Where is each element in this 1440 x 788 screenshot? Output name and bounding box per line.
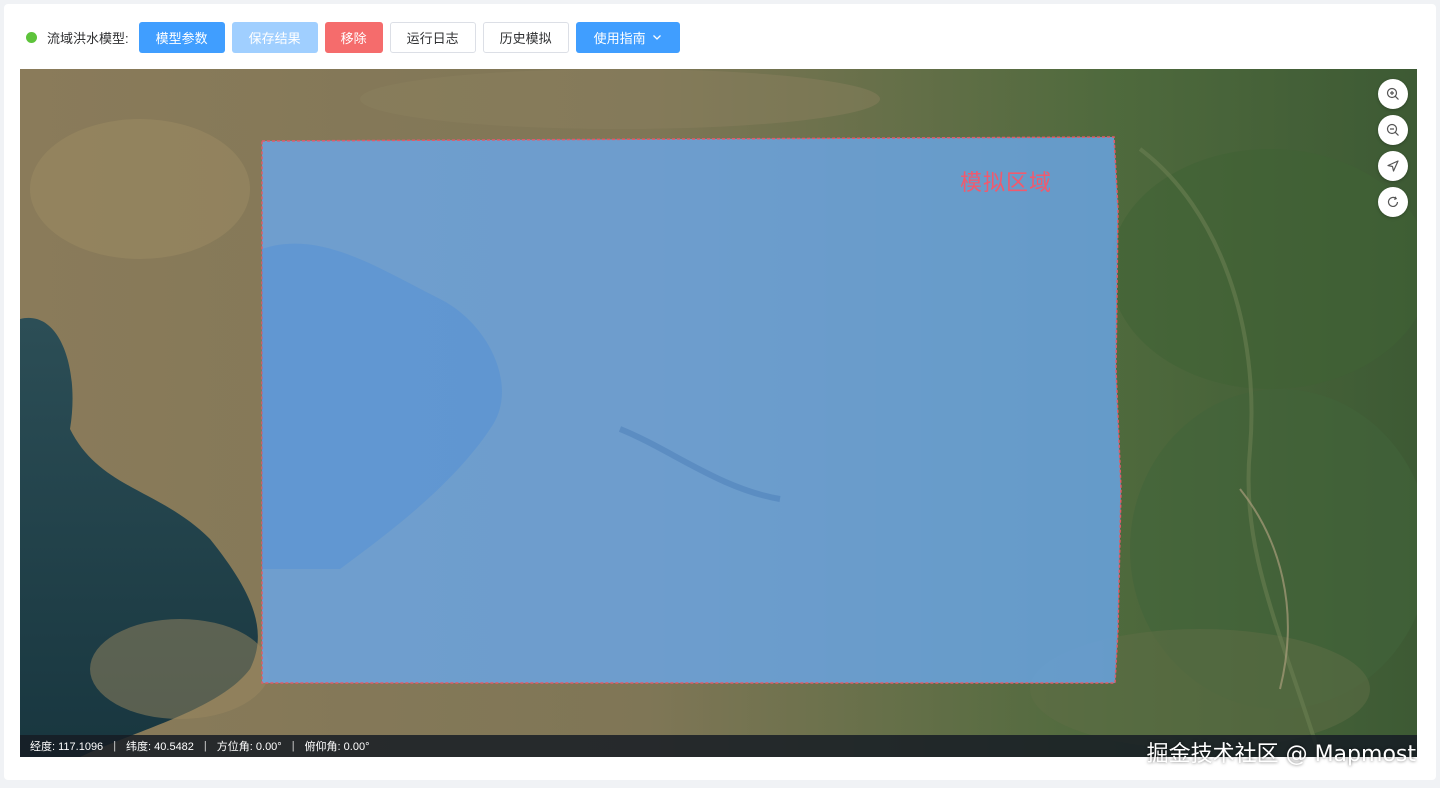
user-guide-dropdown[interactable]: 使用指南 — [575, 21, 680, 53]
map-controls — [1378, 79, 1408, 217]
user-guide-label: 使用指南 — [593, 30, 646, 46]
separator: | — [291, 740, 295, 752]
zoom-in-icon — [1386, 87, 1399, 100]
save-result-button[interactable]: 保存结果 — [231, 21, 318, 53]
latitude-readout: 纬度: 40.5482 — [126, 741, 194, 753]
model-params-button[interactable]: 模型参数 — [138, 21, 225, 53]
refresh-icon — [1387, 196, 1399, 208]
simulation-region[interactable] — [20, 69, 1417, 757]
watermark: 掘金技术社区 @ Mapmost — [1146, 742, 1416, 767]
separator: | — [113, 740, 117, 752]
longitude-readout: 经度: 117.1096 — [30, 741, 104, 753]
chevron-down-icon — [652, 32, 662, 42]
zoom-out-icon — [1386, 123, 1399, 136]
remove-button[interactable]: 移除 — [324, 21, 383, 53]
zoom-out-button[interactable] — [1378, 115, 1408, 145]
map-canvas[interactable]: 模拟区域 经度: 117.1096 | 纬度: 40.5482 | 方位角: 0… — [20, 69, 1417, 757]
status-indicator — [26, 31, 37, 43]
refresh-button[interactable] — [1378, 187, 1408, 217]
region-label: 模拟区域 — [960, 170, 1053, 195]
toolbar: 流域洪水模型: 模型参数 保存结果 移除 运行日志 历史模拟 使用指南 — [20, 20, 687, 54]
separator: | — [203, 740, 207, 752]
zoom-in-button[interactable] — [1378, 79, 1408, 109]
azimuth-readout: 方位角: 0.00° — [216, 741, 282, 753]
model-label: 流域洪水模型: — [47, 30, 129, 46]
history-sim-button[interactable]: 历史模拟 — [482, 21, 569, 53]
run-log-button[interactable]: 运行日志 — [389, 21, 476, 53]
locate-icon — [1387, 160, 1399, 172]
locate-button[interactable] — [1378, 151, 1408, 181]
pitch-readout: 俯仰角: 0.00° — [304, 741, 370, 753]
